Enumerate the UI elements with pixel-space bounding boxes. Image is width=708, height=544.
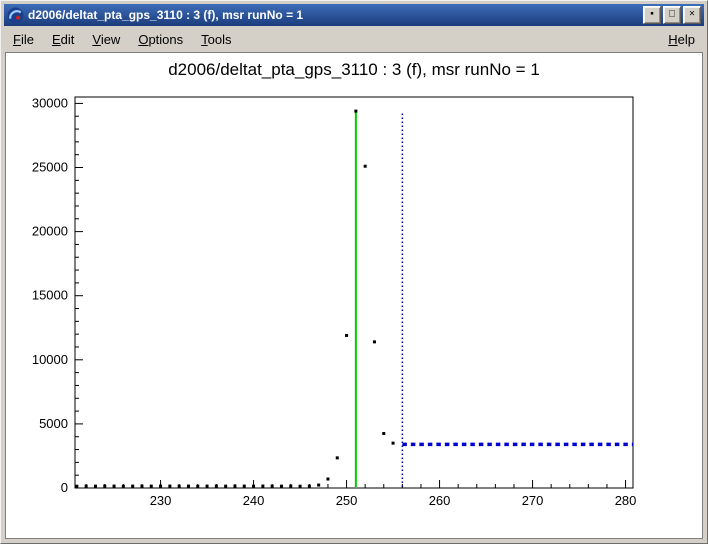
svg-text:20000: 20000 [32,224,68,239]
close-button[interactable]: × [683,6,701,24]
svg-text:260: 260 [429,493,451,508]
menu-edit[interactable]: Edit [43,28,83,51]
app-icon[interactable] [7,7,24,24]
svg-text:5000: 5000 [39,416,68,431]
minimize-icon: ▪ [650,10,654,20]
svg-text:280: 280 [615,493,637,508]
root-canvas[interactable]: d2006/deltat_pta_gps_3110 : 3 (f), msr r… [5,52,703,539]
menu-help[interactable]: Help [659,28,704,51]
svg-text:250: 250 [336,493,358,508]
svg-text:10000: 10000 [32,352,68,367]
menu-tools[interactable]: Tools [192,28,240,51]
window-controls: ▪ □ × [643,6,701,24]
main-window: d2006/deltat_pta_gps_3110 : 3 (f), msr r… [0,0,708,544]
menu-file[interactable]: File [4,28,43,51]
svg-text:270: 270 [522,493,544,508]
window-title: d2006/deltat_pta_gps_3110 : 3 (f), msr r… [28,8,643,22]
svg-text:230: 230 [150,493,172,508]
menu-options[interactable]: Options [129,28,192,51]
svg-text:25000: 25000 [32,160,68,175]
maximize-button[interactable]: □ [663,6,681,24]
svg-text:30000: 30000 [32,95,68,110]
titlebar[interactable]: d2006/deltat_pta_gps_3110 : 3 (f), msr r… [4,4,704,26]
maximize-icon: □ [669,10,675,20]
svg-text:0: 0 [61,480,68,495]
plot-svg[interactable]: 230 240 250 260 270 280 0 5000 10000 15000 20000 25… [6,53,702,538]
svg-text:15000: 15000 [32,288,68,303]
close-icon: × [689,10,695,20]
minimize-button[interactable]: ▪ [643,6,661,24]
svg-text:240: 240 [243,493,265,508]
menu-view[interactable]: View [83,28,129,51]
menubar: File Edit View Options Tools Help [4,26,704,52]
